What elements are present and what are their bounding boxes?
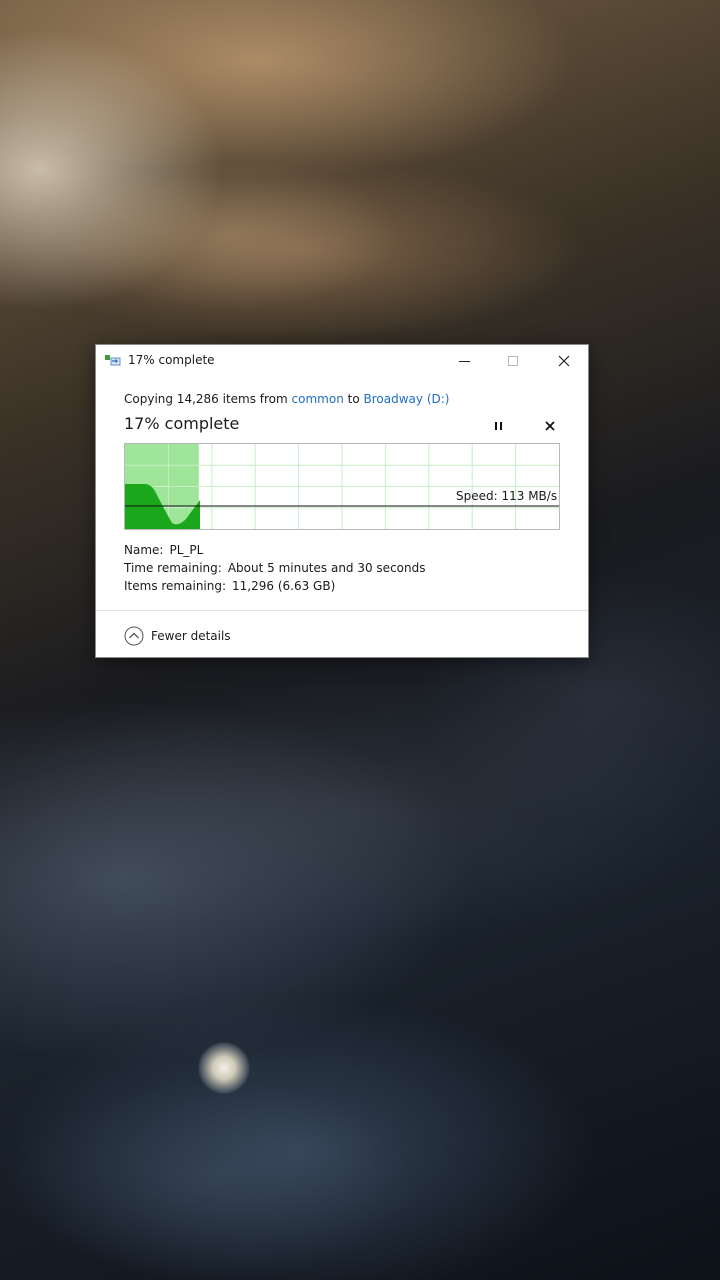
name-value: PL_PL xyxy=(169,543,204,557)
detail-time-remaining: Time remaining: About 5 minutes and 30 se… xyxy=(124,561,425,575)
detail-name: Name: PL_PL xyxy=(124,543,203,557)
source-folder-link[interactable]: common xyxy=(292,392,344,406)
time-label: Time remaining: xyxy=(124,561,222,575)
dialog-footer: Fewer details xyxy=(96,610,588,659)
fewer-details-toggle[interactable]: Fewer details xyxy=(151,629,231,643)
pause-icon xyxy=(493,422,503,430)
minimize-button[interactable] xyxy=(441,345,487,377)
copy-icon xyxy=(105,355,121,366)
destination-drive-link[interactable]: Broadway (D:) xyxy=(364,392,450,406)
speed-label: Speed: 113 MB/s xyxy=(456,489,558,503)
chevron-up-icon[interactable] xyxy=(124,626,144,646)
to-word: to xyxy=(347,392,360,406)
close-icon xyxy=(558,355,570,367)
title-bar[interactable]: 17% complete xyxy=(96,345,588,377)
speed-graph xyxy=(124,443,560,530)
storm-spot xyxy=(198,1042,250,1094)
cancel-button[interactable] xyxy=(540,416,560,436)
copy-prefix: Copying 14,286 items from xyxy=(124,392,288,406)
copy-description: Copying 14,286 items from common to Broa… xyxy=(124,392,449,406)
cancel-icon xyxy=(545,421,555,431)
window-title: 17% complete xyxy=(128,353,215,367)
items-label: Items remaining: xyxy=(124,579,227,593)
items-value: 11,296 (6.63 GB) xyxy=(232,579,336,593)
pause-button[interactable] xyxy=(489,417,507,435)
progress-heading: 17% complete xyxy=(124,414,240,433)
minimize-icon xyxy=(458,360,470,362)
name-label: Name: xyxy=(124,543,164,557)
file-copy-dialog: 17% complete Copying 14,286 items from c… xyxy=(95,344,589,658)
close-button[interactable] xyxy=(541,345,587,377)
maximize-icon xyxy=(508,356,518,366)
time-value: About 5 minutes and 30 seconds xyxy=(227,561,426,575)
maximize-button[interactable] xyxy=(490,345,536,377)
detail-items-remaining: Items remaining: 11,296 (6.63 GB) xyxy=(124,579,335,593)
